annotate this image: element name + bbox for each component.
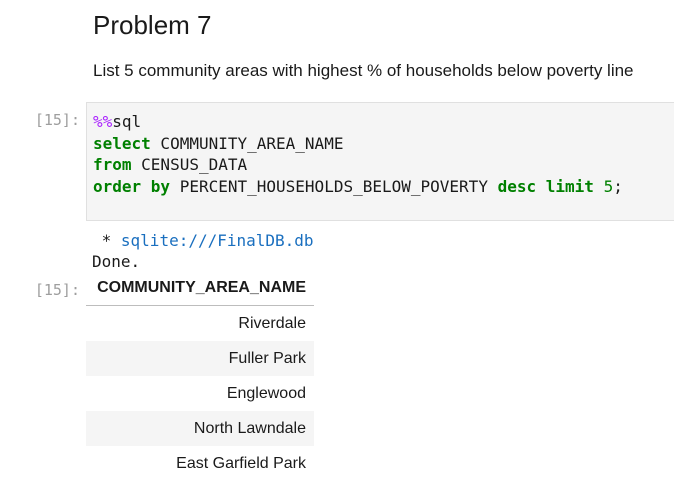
table-cell: East Garfield Park	[176, 455, 306, 472]
cell-magic: %%	[93, 112, 113, 131]
code-cell-editor[interactable]: %%sql select COMMUNITY_AREA_NAME from CE…	[86, 102, 674, 221]
done-text: Done.	[92, 252, 141, 271]
table-header-row: COMMUNITY_AREA_NAME	[86, 273, 314, 306]
output-prompt: [15]:	[34, 281, 80, 299]
table-cell: Englewood	[226, 385, 306, 402]
result-table: COMMUNITY_AREA_NAME Riverdale Fuller Par…	[86, 273, 314, 481]
keyword-limit: limit	[545, 176, 594, 196]
table-header-cell: COMMUNITY_AREA_NAME	[86, 273, 314, 306]
table-row: Englewood	[86, 376, 314, 411]
keyword-select: select	[93, 133, 151, 153]
table-cell: Fuller Park	[86, 341, 314, 376]
table-cell: North Lawndale	[86, 411, 314, 446]
cell-magic-name: sql	[112, 112, 142, 131]
table-row: Riverdale	[86, 306, 314, 342]
code-text[interactable]: %%sql select COMMUNITY_AREA_NAME from CE…	[93, 111, 623, 197]
markdown-text: List 5 community areas with highest % of…	[93, 61, 634, 80]
from-table: CENSUS_DATA	[131, 155, 248, 174]
input-prompt: [15]:	[34, 111, 80, 129]
keyword-desc: desc	[497, 176, 537, 196]
limit-number: 5	[603, 176, 614, 196]
order-column: PERCENT_HOUSEHOLDS_BELOW_POVERTY	[170, 176, 498, 196]
select-column: COMMUNITY_AREA_NAME	[150, 133, 344, 153]
keyword-from: from	[93, 155, 132, 174]
table-row: North Lawndale	[86, 411, 314, 446]
conn-prefix: *	[92, 231, 121, 250]
connection-string: sqlite:///FinalDB.db	[120, 231, 314, 250]
table-row: Fuller Park	[86, 341, 314, 376]
table-cell: Riverdale	[238, 315, 306, 332]
semicolon: ;	[613, 176, 623, 196]
table-row: East Garfield Park	[86, 446, 314, 481]
keyword-order-by: order by	[93, 176, 171, 196]
markdown-heading: Problem 7	[93, 10, 212, 40]
output-stream: * sqlite:///FinalDB.db Done.	[92, 230, 314, 272]
